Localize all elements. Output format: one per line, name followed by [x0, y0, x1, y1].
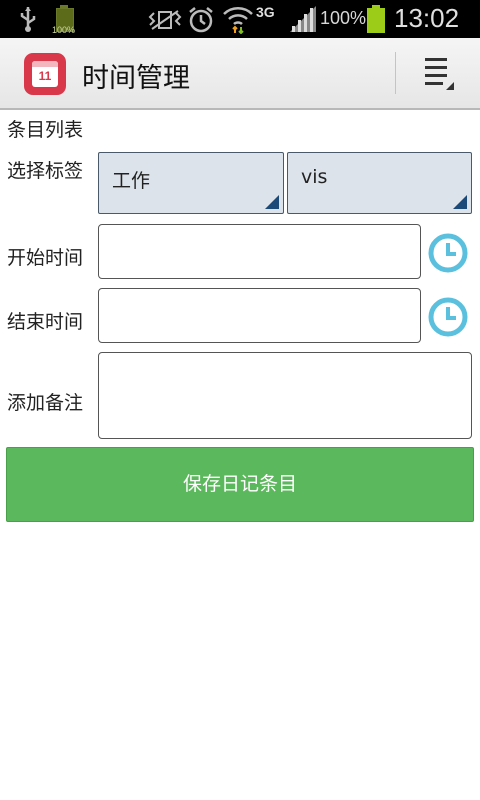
overflow-menu-icon[interactable]	[410, 52, 460, 94]
battery-percent: 100%	[320, 8, 367, 28]
start-clock-icon[interactable]	[428, 233, 468, 273]
end-clock-icon[interactable]	[428, 297, 468, 337]
battery-icon	[367, 5, 385, 33]
calendar-app-icon[interactable]: 11	[24, 53, 66, 95]
save-entry-button[interactable]: 保存日记条目	[6, 447, 474, 522]
tag-secondary-spinner[interactable]: vis	[287, 152, 472, 214]
note-label: 添加备注	[7, 392, 84, 414]
app-icon-number: 11	[38, 69, 52, 83]
page-title: 时间管理	[82, 63, 190, 94]
end-time-input[interactable]	[98, 288, 421, 343]
end-time-label: 结束时间	[7, 311, 84, 333]
clock-time: 13:02	[394, 3, 460, 33]
tag-secondary-value: vis	[301, 166, 328, 188]
signal-icon	[290, 6, 316, 32]
alarm-icon	[189, 7, 213, 33]
tag-label: 选择标签	[7, 160, 84, 182]
note-textarea[interactable]	[98, 352, 472, 439]
action-bar: 11 时间管理	[0, 38, 480, 110]
dropdown-corner-icon	[265, 195, 279, 209]
battery-small-icon: 100%	[52, 5, 76, 35]
tag-primary-value: 工作	[112, 170, 151, 192]
start-time-input[interactable]	[98, 224, 421, 279]
status-bar: 100% 3G 100% 13:02	[0, 0, 480, 38]
usb-icon	[20, 7, 36, 32]
vibrate-silent-icon	[148, 10, 182, 30]
wifi-icon	[223, 7, 253, 34]
small-battery-text: 100%	[52, 25, 76, 35]
action-bar-divider	[395, 52, 396, 94]
network-type: 3G	[256, 4, 275, 20]
start-time-label: 开始时间	[7, 247, 84, 269]
section-title: 条目列表	[7, 119, 84, 141]
tag-primary-spinner[interactable]: 工作	[98, 152, 284, 214]
dropdown-corner-icon	[453, 195, 467, 209]
